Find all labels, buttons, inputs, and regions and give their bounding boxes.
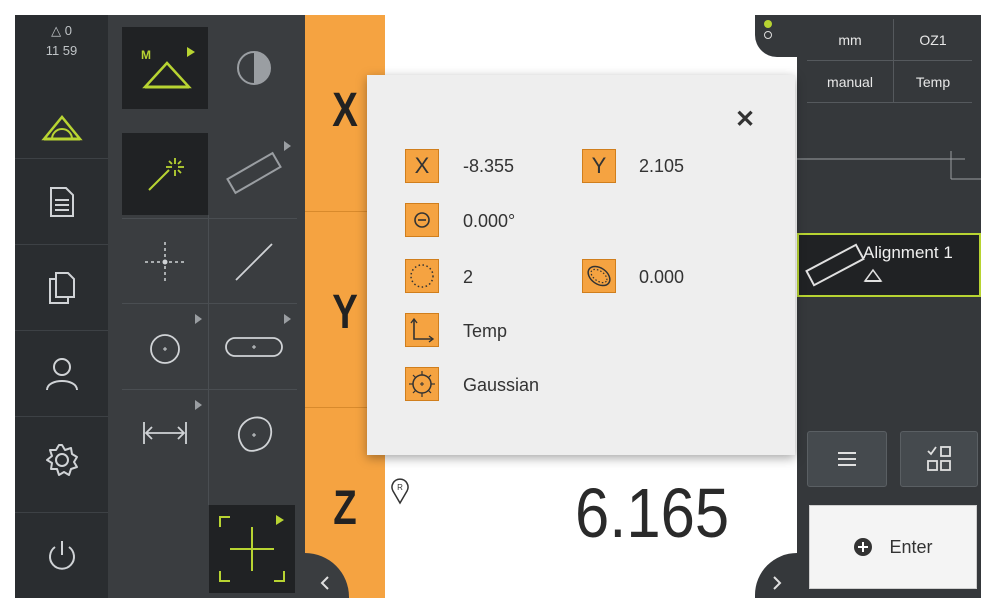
enter-button-label: Enter (889, 536, 933, 557)
z-position-value: 6.165 (575, 474, 730, 552)
copy-icon (48, 272, 75, 304)
close-icon[interactable]: ✕ (735, 105, 755, 134)
multi-select-button[interactable] (900, 431, 978, 487)
palette-divider (122, 389, 297, 390)
mode-selector[interactable]: manual (807, 61, 893, 103)
angle-value[interactable]: 0.000° (463, 211, 515, 232)
manual-measure-tool[interactable]: M (122, 27, 208, 109)
menu-user[interactable] (15, 330, 108, 417)
checklist-icon (927, 446, 951, 471)
status-light-area (755, 15, 797, 57)
status-area: △ 0 11 59 (15, 15, 108, 75)
form-error-icon (582, 259, 616, 293)
points-value[interactable]: 2 (463, 267, 473, 288)
status-light-on-icon (764, 20, 772, 28)
expand-inspector-button[interactable] (755, 553, 797, 598)
contrast-tool[interactable] (211, 27, 297, 109)
reference-selector[interactable]: Temp (893, 61, 972, 103)
point-icon (145, 242, 185, 282)
unit-selector[interactable]: mm (807, 19, 893, 61)
main-menu: △ 0 11 59 (15, 15, 108, 598)
reference-system-icon (405, 313, 439, 347)
x-coordinate-value[interactable]: -8.355 (463, 156, 514, 177)
coordinate-system-selector[interactable]: OZ1 (893, 19, 972, 61)
submenu-indicator-icon (284, 314, 291, 324)
x-coordinate-icon: X (405, 149, 439, 183)
submenu-indicator-icon (195, 400, 202, 410)
submenu-indicator-icon (284, 141, 291, 151)
y-coordinate-icon: Y (582, 149, 616, 183)
reference-system-value[interactable]: Temp (463, 321, 507, 342)
wand-icon (148, 158, 184, 191)
line-icon (235, 243, 273, 281)
status-light-off-icon (764, 31, 772, 39)
clock: 11 59 (45, 43, 78, 58)
line-tool[interactable] (211, 221, 297, 303)
warning-count: 0 (64, 23, 72, 38)
fit-method-value[interactable]: Gaussian (463, 375, 539, 396)
power-icon (48, 541, 75, 570)
crosshair-tool[interactable] (209, 505, 295, 593)
alignment-tool[interactable] (211, 133, 297, 215)
enter-button[interactable]: Enter (809, 505, 977, 589)
feature-item-alignment[interactable]: Alignment 1 (797, 233, 981, 297)
feature-list-button[interactable] (807, 431, 887, 487)
measure-icon (40, 115, 83, 141)
reference-pin-icon: R (391, 478, 409, 505)
menu-settings[interactable] (15, 416, 108, 503)
blob-tool[interactable] (211, 392, 297, 474)
gear-icon (45, 444, 78, 476)
angle-icon (405, 203, 439, 237)
plus-circle-icon (854, 538, 873, 556)
palette-divider (122, 218, 297, 219)
chevron-left-icon (320, 576, 329, 590)
form-error-value[interactable]: 0.000 (639, 267, 684, 288)
menu-power[interactable] (15, 512, 108, 599)
warning-triangle-icon: △ (51, 23, 62, 38)
inspector-panel: mm OZ1 manual Temp Alignment 1 Enter (797, 15, 981, 598)
fit-method-icon (405, 367, 439, 401)
collapse-palette-button[interactable] (305, 553, 349, 598)
blob-icon (237, 416, 273, 452)
measure-icon: M (141, 47, 195, 89)
crosshair-icon (219, 515, 285, 582)
svg-text:R: R (397, 483, 403, 492)
slot-icon (225, 337, 283, 357)
distance-icon (143, 422, 187, 444)
preview-graphic (797, 151, 981, 180)
user-icon (45, 358, 78, 391)
svg-text:M: M (141, 48, 151, 62)
circle-tool[interactable] (122, 306, 208, 388)
points-icon (405, 259, 439, 293)
alignment-icon (805, 243, 865, 287)
palette-divider (208, 215, 209, 505)
submenu-indicator-icon (195, 314, 202, 324)
auto-measure-tool[interactable] (122, 133, 208, 215)
contrast-icon (237, 51, 271, 85)
distance-tool[interactable] (122, 392, 208, 474)
list-icon (838, 452, 856, 466)
slot-tool[interactable] (211, 306, 297, 388)
alignment-icon (226, 151, 282, 195)
chevron-right-icon (773, 576, 782, 590)
point-tool[interactable] (122, 221, 208, 303)
circle-icon (150, 334, 180, 364)
menu-file-management[interactable] (15, 244, 108, 331)
feature-detail-popup: ✕ X -8.355 Y 2.105 0.000° 2 0.000 Temp G… (367, 75, 795, 455)
tool-palette: M (108, 15, 305, 598)
measure-icon (863, 268, 883, 282)
document-icon (49, 187, 74, 217)
palette-divider (122, 303, 297, 304)
z-axis-label: Z (333, 482, 357, 535)
y-coordinate-value[interactable]: 2.105 (639, 156, 684, 177)
feature-name: Alignment 1 (863, 243, 953, 262)
menu-protocol[interactable] (15, 158, 108, 245)
